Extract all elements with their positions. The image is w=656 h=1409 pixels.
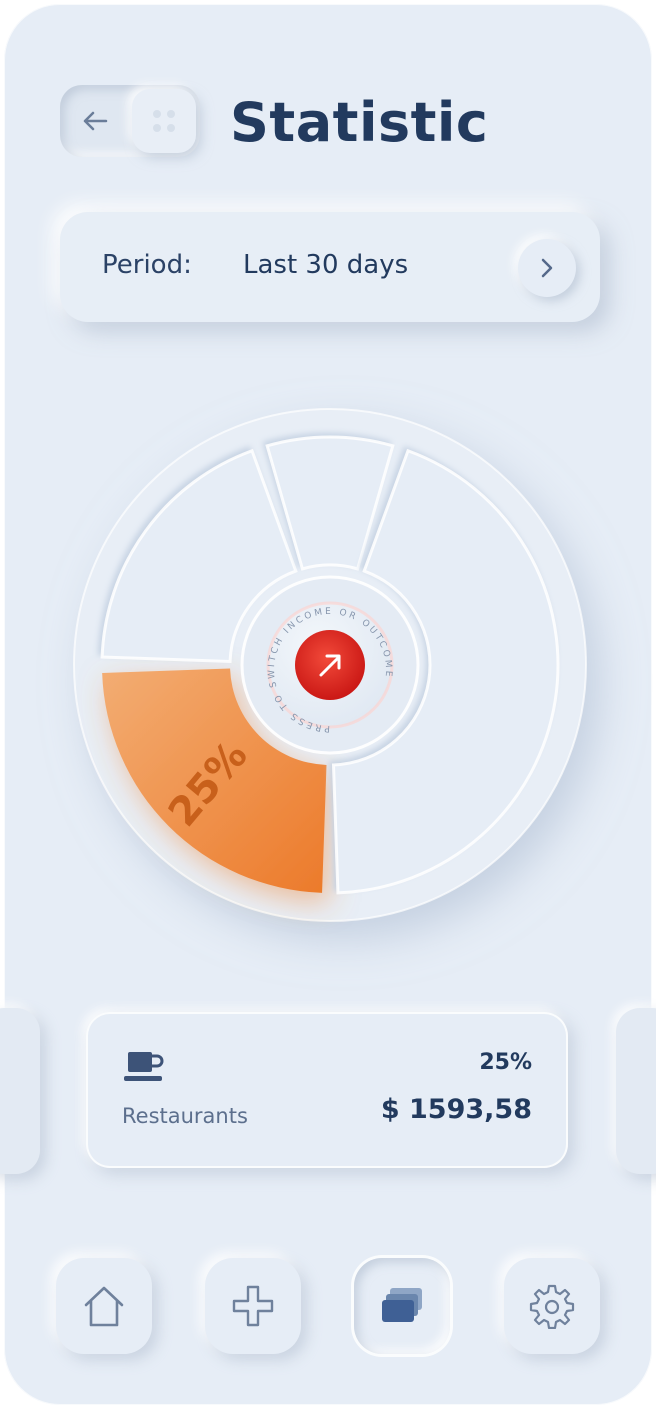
arrow-left-icon [83, 111, 108, 131]
page-title: Statistic [230, 91, 489, 154]
coffee-cup-icon [124, 1052, 164, 1081]
next-category-card[interactable] [616, 1008, 656, 1174]
category-card[interactable]: Restaurants 25% $ 1593,58 [86, 1012, 568, 1168]
cards-icon [382, 1288, 422, 1322]
period-selector[interactable]: Period: Last 30 days [60, 212, 600, 322]
gear-icon [529, 1284, 575, 1329]
period-value: Last 30 days [243, 250, 409, 280]
back-button[interactable] [60, 85, 130, 157]
period-next-button[interactable] [518, 239, 576, 297]
plus-icon [232, 1285, 274, 1327]
period-label: Period: [102, 250, 192, 280]
nav-cards[interactable] [354, 1258, 450, 1354]
nav-home[interactable] [56, 1258, 152, 1354]
prev-category-card[interactable] [0, 1008, 40, 1174]
chevron-right-icon [541, 258, 553, 278]
category-name: Restaurants [122, 1104, 248, 1128]
nav-add[interactable] [205, 1258, 301, 1354]
grid-dots-icon [153, 110, 175, 132]
home-icon [84, 1286, 124, 1327]
category-amount: $ 1593,58 [380, 1094, 532, 1125]
view-toggle[interactable] [60, 85, 200, 157]
category-percent: 25% [479, 1050, 532, 1075]
nav-settings[interactable] [504, 1258, 600, 1354]
grid-button[interactable] [132, 89, 196, 153]
